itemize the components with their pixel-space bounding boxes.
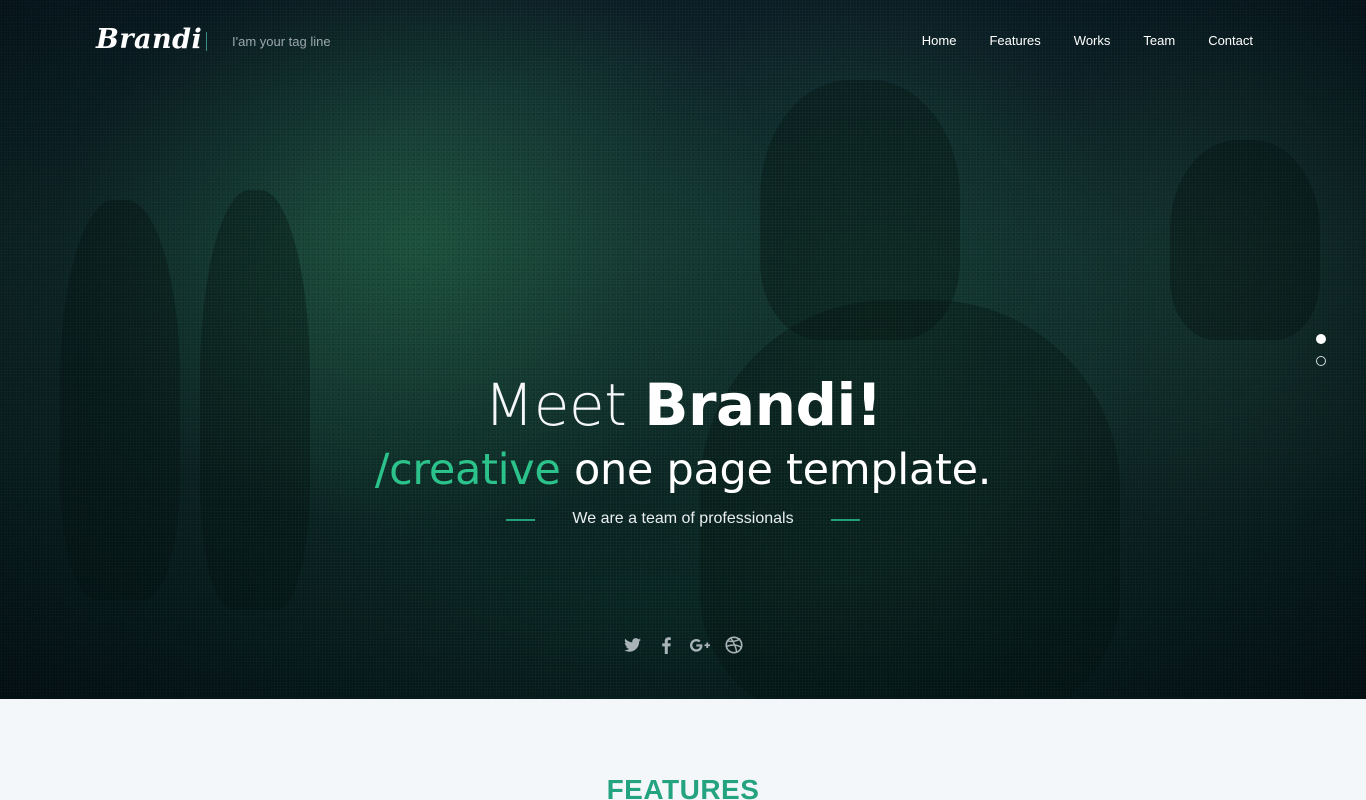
nav-features[interactable]: Features — [989, 33, 1040, 48]
nav-home[interactable]: Home — [922, 33, 957, 48]
header-tagline: I'am your tag line — [232, 34, 331, 49]
headline-light: Meet — [484, 371, 645, 439]
features-title: FEATURES — [606, 774, 760, 800]
slide-dot-1[interactable] — [1316, 334, 1326, 344]
headline-bold: Brandi! — [644, 371, 882, 439]
hero-section: Brandi I'am your tag line Home Features … — [0, 0, 1366, 699]
nav-contact[interactable]: Contact — [1208, 33, 1253, 48]
site-header: Brandi I'am your tag line Home Features … — [0, 0, 1366, 84]
twitter-icon[interactable] — [620, 633, 644, 657]
logo-divider — [206, 32, 207, 51]
social-links — [620, 633, 756, 657]
main-nav: Home Features Works Team Contact — [889, 33, 1253, 48]
tagline-rule-right — [831, 519, 860, 521]
vignette-overlay — [0, 0, 1366, 699]
hero-tagline: We are a team of professionals — [572, 510, 794, 527]
slide-dot-2[interactable] — [1316, 356, 1326, 366]
facebook-icon[interactable] — [654, 633, 678, 657]
hero-headline: Meet Brandi! — [0, 368, 1366, 442]
google-plus-icon[interactable] — [688, 633, 712, 657]
nav-works[interactable]: Works — [1074, 33, 1111, 48]
subheadline-accent: /creative — [374, 445, 561, 495]
brand-logo[interactable]: Brandi — [96, 24, 202, 55]
subheadline-rest: one page template. — [560, 445, 992, 495]
dribbble-icon[interactable] — [722, 633, 746, 657]
hero-subheadline: /creative one page template. — [0, 442, 1366, 498]
nav-team[interactable]: Team — [1143, 33, 1175, 48]
